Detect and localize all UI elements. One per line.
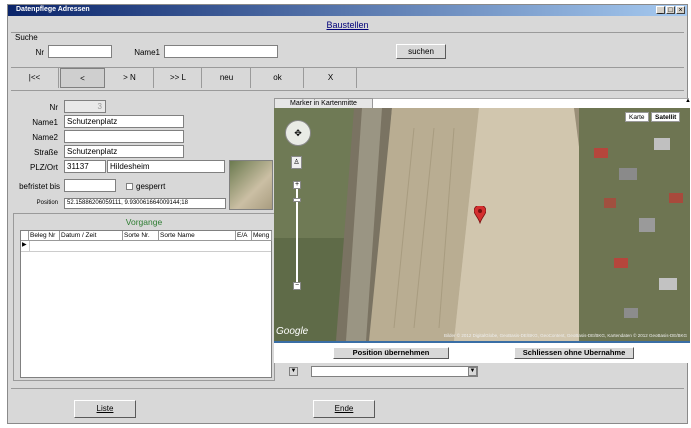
map-thumbnail[interactable] [229,160,273,210]
search-name1-input[interactable] [164,45,278,58]
col-datum-zeit[interactable]: Datum / Zeit [60,231,123,241]
zoom-slider-track[interactable] [296,189,298,282]
name1-label: Name1 [32,118,58,127]
vorgange-title: Vorgange [125,217,163,227]
close-without-apply-button[interactable]: Schliessen ohne Ubernahme [514,347,634,359]
map-attribution: Bilder © 2012 DigitalGlobe, GeoBasis-DE/… [444,333,687,338]
befristet-label: befristet bis [19,182,60,191]
end-button[interactable]: Ende [313,400,375,418]
row-pointer-icon: ▶ [22,242,27,248]
search-nr-label: Nr [35,48,44,57]
gesperrt-checkbox[interactable] [126,183,133,190]
google-logo: Google [276,326,309,337]
dropdown-arrow-icon[interactable]: ▼ [289,367,298,376]
col-sorte-nr[interactable]: Sorte Nr. [123,231,159,241]
zoom-out-icon[interactable]: − [293,282,301,290]
nr-field: 3 [64,100,106,113]
pegman-icon[interactable]: ♙ [291,156,302,169]
map-type-karte[interactable]: Karte [625,112,649,122]
col-beleg-nr[interactable]: Beleg Nr [29,231,60,241]
position-field[interactable]: 52.15886206059111, 9.930061664009144;18 [64,198,226,209]
table-row[interactable]: ▶ [21,241,271,252]
divider [11,388,684,389]
befristet-field[interactable] [64,179,116,192]
title-bar: Datenpflege Adressen _ □ × [8,5,687,16]
scroll-up-icon[interactable]: ▲ [685,98,691,104]
search-name1-label: Name1 [134,48,160,57]
location-marker-icon[interactable] [474,206,486,224]
window-title: Datenpflege Adressen [16,6,90,13]
search-button[interactable]: suchen [396,44,446,59]
strasse-field[interactable]: Schutzenplatz [64,145,184,158]
new-record-button[interactable]: neu [203,68,251,88]
minimize-button[interactable]: _ [656,6,665,14]
apply-position-button[interactable]: Position übernehmen [333,347,449,359]
next-record-button[interactable]: > N [106,68,154,88]
satellite-map[interactable]: Karte Satellit ✥ ♙ + − Google Bilder © 2… [274,108,690,341]
close-button[interactable]: × [676,6,685,14]
plz-field[interactable]: 31137 [64,160,106,173]
vorgange-table[interactable]: Beleg Nr Datum / Zeit Sorte Nr. Sorte Na… [20,230,272,378]
position-label: Position [36,200,58,206]
prev-record-button[interactable]: < [60,68,105,88]
map-imagery [274,108,690,341]
list-button[interactable]: Liste [74,400,136,418]
combo-box[interactable] [311,366,478,377]
gesperrt-label: gesperrt [136,182,166,191]
divider [11,32,684,33]
search-group-label: Suche [15,33,38,42]
name2-label: Name2 [32,133,58,142]
page-title: Baustellen [326,20,369,30]
name1-field[interactable]: Schutzenplatz [64,115,184,128]
maximize-button[interactable]: □ [666,6,675,14]
col-menge[interactable]: Meng [252,231,272,241]
combo-arrow-icon[interactable]: ▼ [468,367,477,376]
pan-control-icon[interactable]: ✥ [285,120,311,146]
cancel-button[interactable]: X [305,68,357,88]
search-nr-input[interactable] [48,45,112,58]
ort-field[interactable]: Hildesheim [107,160,225,173]
first-record-button[interactable]: |<< [11,68,59,88]
last-record-button[interactable]: >> L [155,68,202,88]
divider [29,241,30,251]
main-window: Datenpflege Adressen _ □ × Baustellen Su… [7,4,691,424]
col-sorte-name[interactable]: Sorte Name [159,231,236,241]
ok-button[interactable]: ok [252,68,304,88]
zoom-in-icon[interactable]: + [293,181,301,189]
plzort-label: PLZ/Ort [29,163,58,172]
row-selector-header [21,231,29,241]
zoom-slider-handle[interactable] [293,198,301,202]
nr-label: Nr [49,103,58,112]
col-ea[interactable]: E/A [236,231,252,241]
map-type-satellit[interactable]: Satellit [651,112,681,122]
strasse-label: Straße [33,148,58,157]
name2-field[interactable] [64,130,184,143]
